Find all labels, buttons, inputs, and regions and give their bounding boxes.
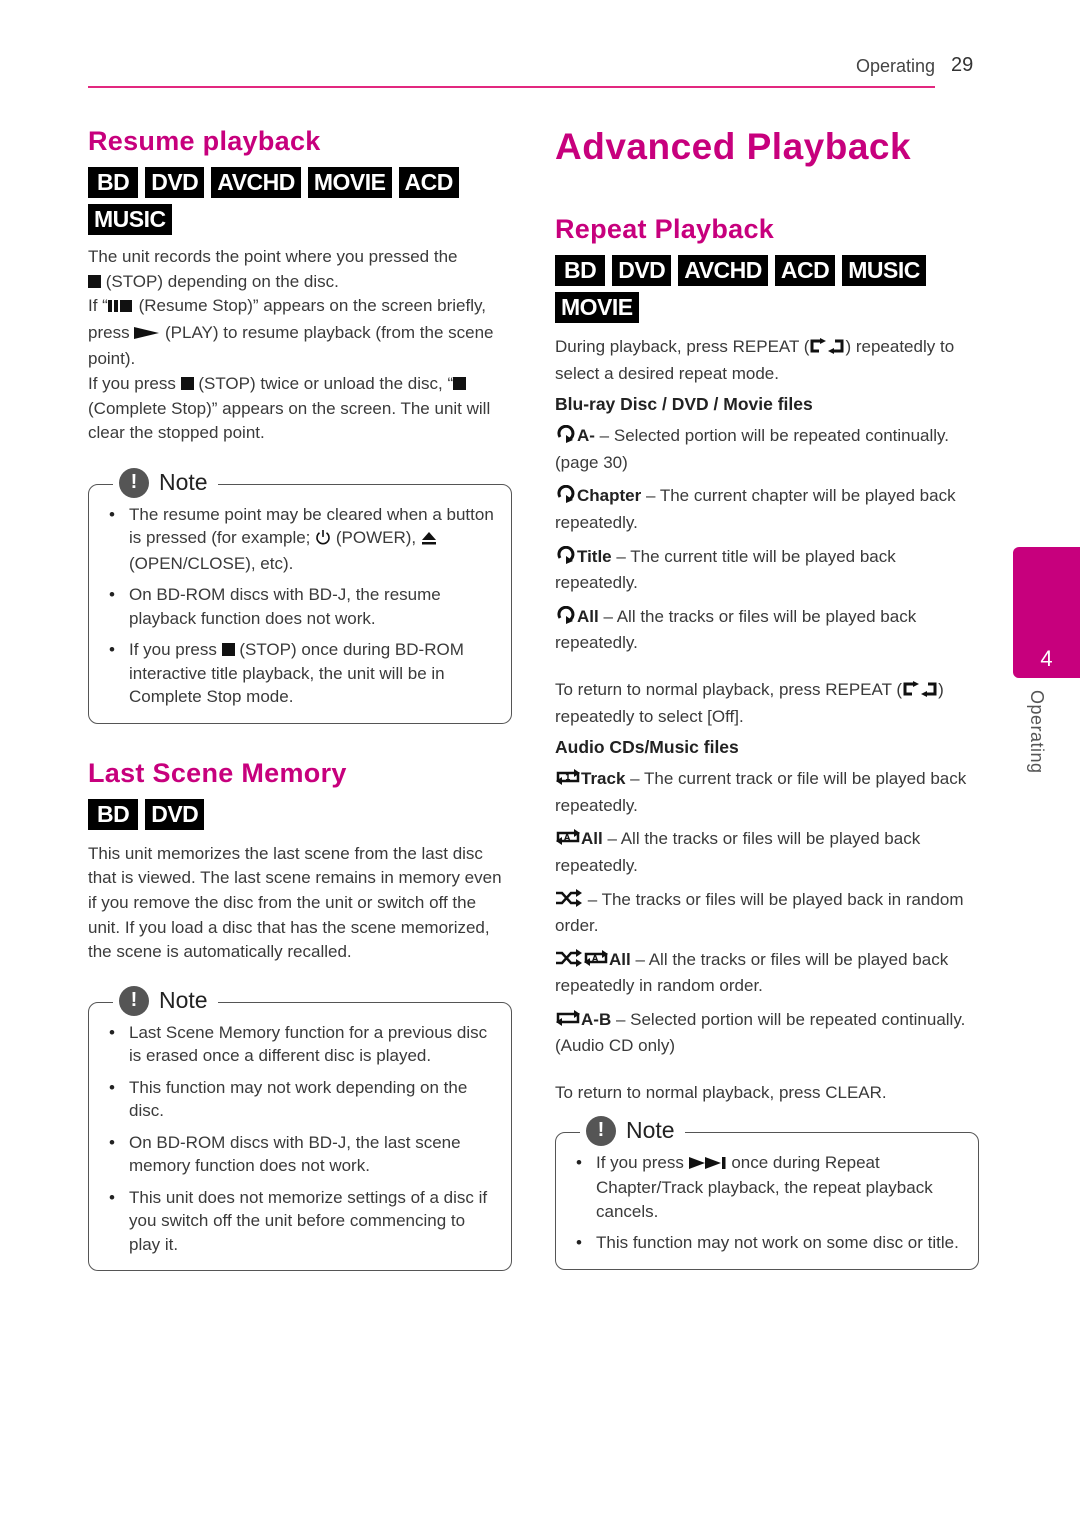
badge-bd: BD [88, 167, 139, 198]
repeat-note-list: If you press once during Repeat Chapter/… [574, 1151, 964, 1255]
note-item: If you press (STOP) once during BD-ROM i… [107, 638, 497, 709]
badge-bd: BD [88, 798, 139, 830]
advanced-playback-title: Advanced Playback [555, 126, 912, 167]
resume-disc-badges: BD DVD AVCHD MOVIE ACD MUSIC [88, 167, 468, 235]
resume-note-list: The resume point may be cleared when a b… [107, 503, 497, 709]
repeat-mode-item: A- – Selected portion will be repeated c… [555, 425, 950, 472]
repeat-off-text: To return to normal playback, press REPE… [555, 679, 944, 726]
repeat-all-icon: A [583, 949, 609, 975]
exclamation-icon: ! [586, 1115, 616, 1146]
stop-icon [180, 376, 194, 390]
last-scene-note-box: ! Note Last Scene Memory function for a … [88, 985, 512, 1272]
exclamation-icon: ! [119, 467, 149, 498]
audio-repeat-item: A All – All the tracks or files will be p… [555, 828, 921, 875]
note-item: This unit does not memorize settings of … [107, 1186, 497, 1257]
badge-avchd: AVCHD [211, 167, 301, 198]
badge-acd: ACD [774, 255, 836, 286]
badge-movie: MOVIE [307, 167, 392, 198]
note-header: ! Note [580, 1115, 685, 1146]
badge-dvd: DVD [145, 167, 205, 198]
resume-playback-title: Resume playback [88, 126, 321, 156]
badge-music: MUSIC [842, 255, 926, 286]
stop-icon [88, 274, 101, 288]
stop-icon [453, 376, 467, 390]
last-scene-disc-badges: BD DVD [88, 798, 512, 830]
note-item: The resume point may be cleared when a b… [107, 503, 497, 576]
bd-dvd-heading: Blu-ray Disc / DVD / Movie files [555, 394, 813, 415]
audio-cd-heading: Audio CDs/Music files [555, 737, 739, 758]
repeat-button-icon [902, 680, 938, 705]
note-item: Last Scene Memory function for a previou… [107, 1021, 497, 1068]
audio-repeat-item: 1 Track – The current track or file will … [555, 768, 967, 815]
skip-next-icon [688, 1153, 727, 1177]
audio-repeat-item: – The tracks or files will be played bac… [555, 888, 964, 936]
svg-text:1: 1 [565, 773, 571, 782]
chapter-number: 4 [1040, 646, 1053, 671]
repeat-ab-icon [555, 1009, 581, 1035]
repeat-playback-title: Repeat Playback [555, 214, 775, 244]
resume-paragraph-2: If “ (Resume Stop)” appears on the scree… [88, 296, 494, 369]
last-scene-body: This unit memorizes the last scene from … [88, 843, 502, 962]
note-item: This function may not work depending on … [107, 1076, 497, 1123]
repeat-icon [555, 545, 577, 572]
audio-repeat-item: A All – All the tracks or files will be p… [555, 948, 949, 996]
note-item: This function may not work on some disc … [574, 1231, 964, 1255]
repeat-all-icon: A [555, 828, 581, 854]
badge-avchd: AVCHD [678, 255, 768, 286]
badge-movie: MOVIE [555, 292, 639, 323]
left-column: Resume playback BD DVD AVCHD MOVIE ACD M… [88, 126, 512, 1272]
resume-body: The unit records the point where you pre… [88, 245, 512, 446]
resume-paragraph-1: The unit records the point where you pre… [88, 247, 458, 291]
repeat-button-icon [809, 337, 845, 362]
note-item: If you press once during Repeat Chapter/… [574, 1151, 964, 1224]
repeat-mode-item: All – All the tracks or files will be pl… [555, 605, 917, 653]
repeat-icon [555, 485, 577, 511]
badge-music: MUSIC [88, 204, 172, 235]
right-column: Advanced Playback Repeat Playback BD DVD… [555, 126, 979, 1270]
chapter-label: Operating [1027, 690, 1047, 774]
header-section: Operating [855, 56, 935, 76]
page-number: 29 [951, 54, 974, 76]
badge-dvd: DVD [612, 255, 672, 286]
note-item: On BD-ROM discs with BD-J, the last scen… [107, 1131, 497, 1178]
last-scene-note-list: Last Scene Memory function for a previou… [107, 1021, 497, 1257]
exclamation-icon: ! [119, 985, 149, 1016]
repeat-disc-badges: BD DVD AVCHD ACD MUSIC MOVIE [555, 255, 935, 323]
resume-paragraph-3: If you press (STOP) twice or unload the … [88, 373, 491, 443]
page-header: Operating [88, 52, 935, 88]
repeat-icon [555, 425, 577, 451]
repeat-icon [555, 605, 577, 632]
repeat-intro: During playback, press REPEAT () repeate… [555, 337, 955, 383]
power-icon [315, 528, 331, 552]
repeat-one-icon: 1 [555, 768, 581, 794]
repeat-mode-item: Title – The current title will be played… [555, 545, 896, 593]
resume-note-box: ! Note The resume point may be cleared w… [88, 467, 512, 724]
clear-text: To return to normal playback, press CLEA… [555, 1083, 887, 1103]
shuffle-icon [555, 888, 583, 915]
eject-icon [421, 528, 437, 552]
stop-icon [221, 643, 235, 657]
resume-stop-icon [107, 296, 134, 321]
shuffle-icon [555, 948, 583, 975]
note-header: ! Note [113, 467, 218, 498]
badge-dvd: DVD [145, 798, 205, 830]
audio-repeat-item: A-B – Selected portion will be repeated … [555, 1009, 966, 1056]
svg-text:A: A [564, 833, 571, 842]
last-scene-memory-title: Last Scene Memory [88, 757, 347, 788]
badge-acd: ACD [398, 167, 459, 198]
badge-bd: BD [555, 255, 606, 286]
note-header: ! Note [113, 985, 218, 1016]
repeat-mode-item: Chapter – The current chapter will be pl… [555, 485, 956, 532]
svg-text:A: A [592, 954, 599, 963]
repeat-note-box: ! Note If you press once during Repeat C… [555, 1115, 979, 1270]
note-item: On BD-ROM discs with BD-J, the resume pl… [107, 583, 497, 630]
chapter-tab: 4 [1013, 547, 1080, 678]
play-icon [134, 323, 160, 348]
